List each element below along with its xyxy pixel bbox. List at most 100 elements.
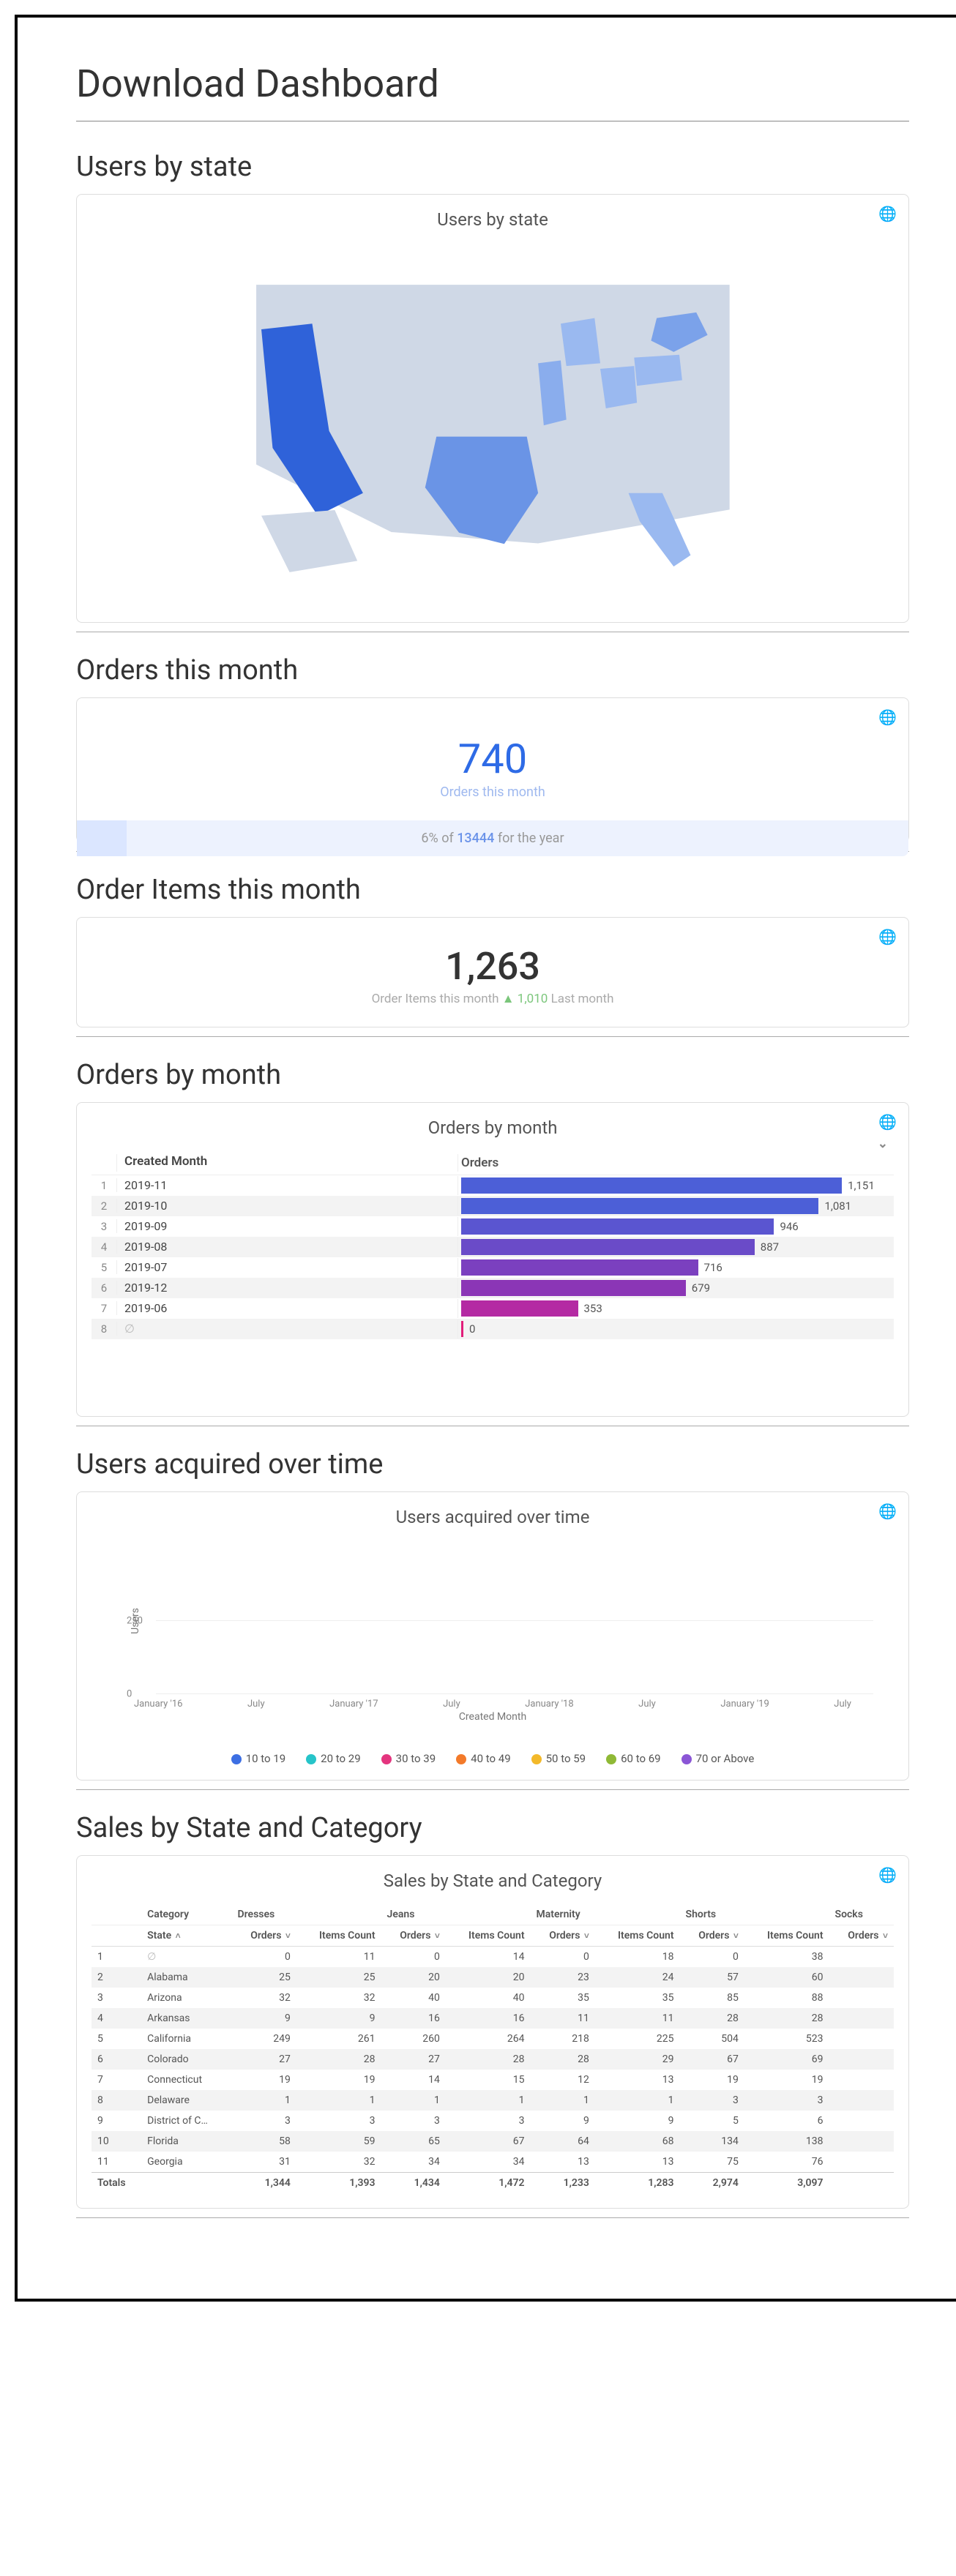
table-row[interactable]: 10Florida585965676468134138 (92, 2131, 894, 2152)
cell-items: 25 (296, 1967, 381, 1988)
table-row[interactable]: 11Georgia3132343413137576 (92, 2152, 894, 2173)
category-dresses[interactable]: Dresses (232, 1904, 381, 1925)
cell-orders (829, 1946, 894, 1967)
table-row[interactable]: 72019-06353 (92, 1298, 894, 1319)
cell-orders: 34 (381, 2152, 446, 2173)
globe-icon[interactable]: 🌐 (878, 205, 897, 222)
col-state[interactable]: State ˄ (141, 1925, 231, 1946)
category-socks[interactable]: Socks (829, 1904, 894, 1925)
total-items: 1,472 (446, 2172, 531, 2193)
globe-icon[interactable]: 🌐 (878, 708, 897, 726)
table-row[interactable]: 9District of C…33339956 (92, 2111, 894, 2131)
cell-month: 2019-09 (116, 1219, 458, 1233)
cell-orders (829, 2090, 894, 2111)
sort-desc-icon[interactable]: ˅ (584, 1931, 589, 1941)
cell-orders: 5 (680, 2111, 744, 2131)
col-orders[interactable]: Orders ˅ (531, 1925, 595, 1946)
cell-orders: 27 (381, 2049, 446, 2070)
cell-orders: 3 (232, 2111, 296, 2131)
col-items-count[interactable]: Items Count (744, 1925, 829, 1946)
legend-item[interactable]: 10 to 19 (231, 1752, 285, 1765)
table-row[interactable]: 5California249261260264218225504523 (92, 2029, 894, 2049)
table-row[interactable]: 2Alabama2525202023245760 (92, 1967, 894, 1988)
cell-items: 28 (744, 2008, 829, 2029)
cell-orders: 31 (232, 2152, 296, 2173)
col-orders[interactable]: Orders ˅ (829, 1925, 894, 1946)
table-row[interactable]: 32019-09946 (92, 1216, 894, 1237)
section-orders-month-title: Orders this month (76, 654, 909, 686)
chevron-down-icon[interactable]: ⌄ (878, 1137, 888, 1151)
legend-item[interactable]: 20 to 29 (306, 1752, 360, 1765)
col-orders[interactable]: Orders ˅ (381, 1925, 446, 1946)
table-row[interactable]: 62019-12679 (92, 1278, 894, 1298)
category-jeans[interactable]: Jeans (381, 1904, 531, 1925)
state-ohio[interactable] (600, 366, 637, 408)
legend-item[interactable]: 30 to 39 (381, 1752, 436, 1765)
col-orders[interactable]: Orders ˅ (680, 1925, 744, 1946)
table-row[interactable]: 6Colorado2728272828296769 (92, 2049, 894, 2070)
globe-icon[interactable]: 🌐 (878, 928, 897, 946)
cell-items: 261 (296, 2029, 381, 2049)
table-row[interactable]: 8Delaware11111133 (92, 2090, 894, 2111)
table-row[interactable]: 8∅0 (92, 1319, 894, 1339)
sort-desc-icon[interactable]: ˅ (733, 1931, 739, 1941)
globe-icon[interactable]: 🌐 (878, 1502, 897, 1520)
uat-plot[interactable]: Users 0 250 (127, 1548, 881, 1694)
col-items-count[interactable]: Items Count (296, 1925, 381, 1946)
cell-items: 24 (595, 1967, 680, 1988)
category-shorts[interactable]: Shorts (680, 1904, 829, 1925)
legend-swatch (531, 1754, 542, 1764)
legend-item[interactable]: 50 to 59 (531, 1752, 586, 1765)
legend-swatch (456, 1754, 466, 1764)
cell-orders: 28 (680, 2008, 744, 2029)
sort-desc-icon[interactable]: ˅ (285, 1931, 291, 1941)
section-users-by-state-title: Users by state (76, 151, 909, 183)
cell-orders: 9 (531, 2111, 595, 2131)
legend-item[interactable]: 40 to 49 (456, 1752, 510, 1765)
cell-items: 34 (446, 2152, 531, 2173)
cell-month: 2019-12 (116, 1281, 458, 1295)
cell-orders: 75 (680, 2152, 744, 2173)
us-map[interactable] (92, 243, 894, 607)
col-month[interactable]: Created Month (116, 1154, 458, 1172)
sort-asc-icon[interactable]: ˄ (176, 1931, 181, 1941)
table-row[interactable]: 12019-111,151 (92, 1175, 894, 1196)
card-sales: 🌐 Sales by State and Category CategoryDr… (76, 1855, 909, 2209)
caption-pre: Order Items this month (372, 992, 499, 1006)
cell-items: 3 (446, 2111, 531, 2131)
cell-orders: 20 (381, 1967, 446, 1988)
cell-orders: 65 (381, 2131, 446, 2152)
category-maternity[interactable]: Maternity (531, 1904, 680, 1925)
cell-orders: 23 (531, 1967, 595, 1988)
cell-orders: 504 (680, 2029, 744, 2049)
globe-icon[interactable]: 🌐 (878, 1866, 897, 1884)
card-order-items-month: 🌐 1,263 Order Items this month ▲ 1,010 L… (76, 917, 909, 1027)
row-index: 8 (92, 1322, 116, 1336)
table-row[interactable]: 4Arkansas99161611112828 (92, 2008, 894, 2029)
table-row[interactable]: 22019-101,081 (92, 1196, 894, 1216)
cell-orders: 1 (232, 2090, 296, 2111)
cell-orders: 32 (232, 1988, 296, 2008)
table-row[interactable]: 42019-08887 (92, 1237, 894, 1257)
table-row[interactable]: 7Connecticut1919141512131919 (92, 2070, 894, 2090)
row-index: 6 (92, 2049, 141, 2070)
col-orders[interactable]: Orders ˅ (232, 1925, 296, 1946)
sort-desc-icon[interactable]: ˅ (883, 1931, 888, 1941)
card-title: Sales by State and Category (92, 1871, 894, 1891)
row-index: 5 (92, 2029, 141, 2049)
sort-desc-icon[interactable]: ˅ (435, 1931, 440, 1941)
table-row[interactable]: 1∅011014018038 (92, 1946, 894, 1967)
us-map-svg[interactable] (222, 250, 763, 585)
uat-bars[interactable] (156, 1548, 873, 1694)
table-row[interactable]: 52019-07716 (92, 1257, 894, 1278)
cell-items: 3 (744, 2090, 829, 2111)
state-michigan[interactable] (561, 318, 600, 367)
legend-item[interactable]: 70 or Above (681, 1752, 755, 1765)
table-row[interactable]: 3Arizona3232404035358588 (92, 1988, 894, 2008)
legend-item[interactable]: 60 to 69 (606, 1752, 660, 1765)
sales-scroll[interactable]: CategoryDressesJeansMaternityShortsSocks… (92, 1904, 894, 2193)
col-items-count[interactable]: Items Count (595, 1925, 680, 1946)
globe-icon[interactable]: 🌐 (878, 1113, 897, 1131)
col-items-count[interactable]: Items Count (446, 1925, 531, 1946)
col-orders[interactable]: Orders (461, 1156, 498, 1170)
